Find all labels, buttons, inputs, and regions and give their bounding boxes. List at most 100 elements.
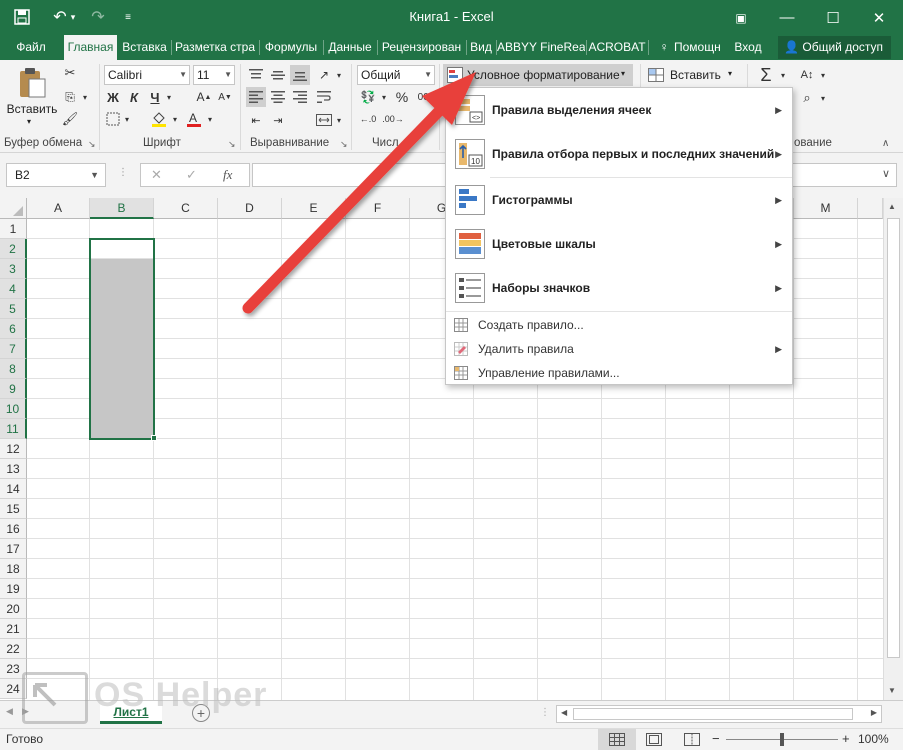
copy-dropdown-icon[interactable]: ▾: [80, 88, 90, 106]
row-header[interactable]: 15: [0, 499, 27, 519]
insert-cells-button[interactable]: Вставить ▾: [648, 68, 738, 86]
decrease-font-icon[interactable]: A ▼: [216, 88, 234, 106]
conditional-formatting-button[interactable]: Условное форматирование ▾: [443, 64, 633, 86]
sign-in-link[interactable]: Вход: [732, 35, 764, 60]
menu-item-data-bars[interactable]: Гистограммы ▶: [446, 178, 792, 222]
bold-button[interactable]: Ж: [104, 88, 122, 106]
column-header-partial[interactable]: [858, 198, 883, 219]
paste-button[interactable]: Вставить: [4, 102, 60, 116]
increase-indent-icon[interactable]: ⇥: [268, 110, 288, 130]
row-header[interactable]: 13: [0, 459, 27, 479]
minimize-button[interactable]: —: [764, 0, 810, 35]
borders-icon[interactable]: [104, 110, 122, 128]
row-header[interactable]: 1: [0, 219, 27, 239]
tab-acrobat[interactable]: ACROBAT: [587, 35, 647, 60]
align-bottom-icon[interactable]: [290, 65, 310, 85]
name-box[interactable]: B2 ▼: [6, 163, 106, 187]
underline-button[interactable]: Ч: [146, 88, 164, 106]
tab-split-grip-icon[interactable]: ⋮: [540, 707, 550, 718]
row-header[interactable]: 10: [0, 399, 27, 419]
font-size-box[interactable]: 11 ▼: [193, 65, 235, 85]
paste-dropdown-icon[interactable]: ▾: [27, 117, 31, 126]
fill-color-dropdown-icon[interactable]: ▾: [170, 110, 180, 128]
zoom-out-button[interactable]: −: [712, 731, 720, 746]
borders-dropdown-icon[interactable]: ▾: [122, 110, 132, 128]
sheet-prev-icon[interactable]: ◀: [6, 706, 13, 717]
zoom-level[interactable]: 100%: [858, 732, 889, 746]
tab-page-layout[interactable]: Разметка стра: [172, 35, 258, 60]
menu-item-top-bottom-rules[interactable]: 10 Правила отбора первых и последних зна…: [446, 132, 792, 176]
tab-home[interactable]: Главная: [64, 35, 117, 60]
row-header[interactable]: 14: [0, 479, 27, 499]
increase-font-icon[interactable]: A ▲: [195, 88, 213, 106]
row-header[interactable]: 8: [0, 359, 27, 379]
orientation-dropdown-icon[interactable]: ▾: [334, 65, 344, 85]
column-header[interactable]: M: [794, 198, 858, 219]
underline-dropdown-icon[interactable]: ▾: [164, 88, 174, 106]
expand-formula-icon[interactable]: ∨: [882, 167, 890, 180]
scroll-right-icon[interactable]: ▶: [871, 708, 877, 717]
menu-item-highlight-rules[interactable]: <> Правила выделения ячеек ▶: [446, 88, 792, 132]
share-button[interactable]: 👤 Общий доступ: [778, 36, 891, 59]
tab-file[interactable]: Файл: [8, 35, 54, 60]
zoom-slider-thumb[interactable]: [780, 733, 784, 746]
row-header[interactable]: 11: [0, 419, 27, 439]
tab-review[interactable]: Рецензирован: [378, 35, 465, 60]
font-color-dropdown-icon[interactable]: ▾: [205, 110, 215, 128]
merge-dropdown-icon[interactable]: ▾: [334, 110, 344, 130]
normal-view-button[interactable]: [598, 729, 636, 750]
increase-decimal-icon[interactable]: ←.0: [357, 110, 379, 128]
vertical-scroll-thumb[interactable]: [887, 218, 900, 658]
cut-icon[interactable]: ✂: [62, 64, 78, 82]
menu-item-manage-rules[interactable]: Управление правилами...: [446, 361, 792, 385]
menu-item-color-scales[interactable]: Цветовые шкалы ▶: [446, 222, 792, 266]
percent-button[interactable]: %: [392, 88, 412, 106]
row-header[interactable]: 3: [0, 259, 27, 279]
insert-function-button[interactable]: fx: [223, 167, 232, 183]
align-center-icon[interactable]: [268, 87, 288, 107]
column-header[interactable]: B: [90, 198, 154, 219]
horizontal-scroll-thumb[interactable]: [573, 708, 853, 720]
row-header[interactable]: 9: [0, 379, 27, 399]
ribbon-display-options-icon[interactable]: ▣: [718, 0, 764, 35]
font-name-box[interactable]: Calibri ▼: [104, 65, 190, 85]
tab-tell-me[interactable]: Помощн: [674, 35, 728, 60]
find-select-icon[interactable]: ⌕: [796, 88, 818, 108]
confirm-entry-icon[interactable]: ✓: [186, 167, 197, 183]
row-header[interactable]: 21: [0, 619, 27, 639]
accounting-format-icon[interactable]: 💱: [357, 88, 379, 106]
scroll-up-icon[interactable]: ▲: [888, 202, 896, 211]
align-right-icon[interactable]: [290, 87, 310, 107]
sort-filter-dropdown-icon[interactable]: ▾: [818, 64, 828, 86]
align-top-icon[interactable]: [246, 65, 266, 85]
clipboard-icon[interactable]: [14, 66, 50, 100]
decrease-indent-icon[interactable]: ⇤: [246, 110, 266, 130]
tab-insert[interactable]: Вставка: [119, 35, 170, 60]
select-all-button[interactable]: [0, 198, 27, 219]
menu-item-new-rule[interactable]: Создать правило...: [446, 313, 792, 337]
alignment-launcher-icon[interactable]: ↘: [340, 139, 348, 150]
autosum-button[interactable]: Σ: [754, 64, 778, 86]
number-format-box[interactable]: Общий ▼: [357, 65, 435, 85]
row-header[interactable]: 12: [0, 439, 27, 459]
vertical-scrollbar[interactable]: ▲ ▼: [883, 198, 903, 700]
tab-view[interactable]: Вид: [467, 35, 495, 60]
merge-cells-icon[interactable]: [314, 110, 334, 130]
font-launcher-icon[interactable]: ↘: [228, 139, 236, 150]
row-header[interactable]: 7: [0, 339, 27, 359]
wrap-text-icon[interactable]: [314, 87, 334, 107]
fill-color-icon[interactable]: [148, 108, 170, 130]
maximize-button[interactable]: ☐: [810, 0, 856, 35]
row-header[interactable]: 4: [0, 279, 27, 299]
fill-handle[interactable]: [151, 435, 157, 441]
row-header[interactable]: 2: [0, 239, 27, 259]
lightbulb-icon[interactable]: ♀: [656, 35, 672, 60]
row-header[interactable]: 5: [0, 299, 27, 319]
column-header[interactable]: C: [154, 198, 218, 219]
row-header[interactable]: 17: [0, 539, 27, 559]
clipboard-launcher-icon[interactable]: ↘: [88, 139, 96, 150]
tab-abbyy[interactable]: ABBYY FineRea: [497, 35, 585, 60]
zoom-in-button[interactable]: +: [842, 731, 850, 746]
cancel-entry-icon[interactable]: ✕: [151, 167, 162, 183]
tab-formulas[interactable]: Формулы: [260, 35, 322, 60]
